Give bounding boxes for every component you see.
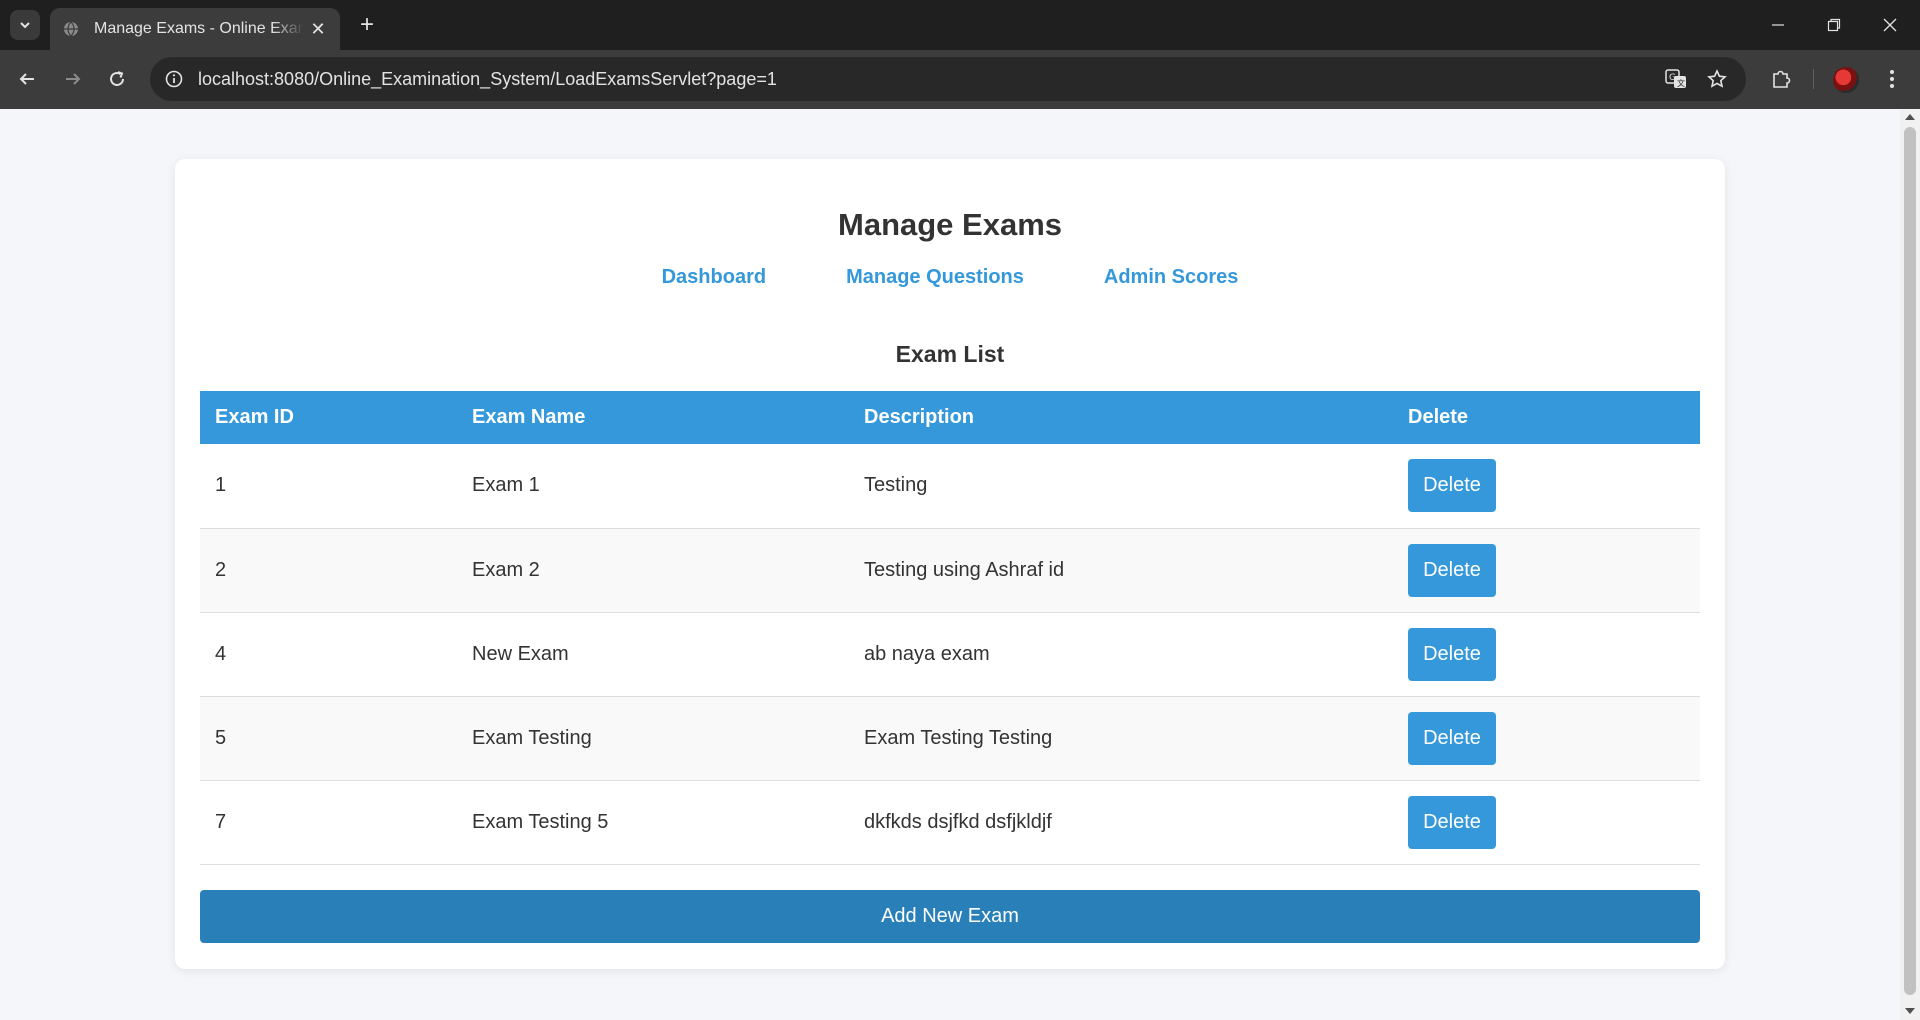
exam-table: Exam ID Exam Name Description Delete 1 E… (200, 391, 1700, 865)
cell-description: ab naya exam (849, 612, 1393, 697)
manage-exams-card: Manage Exams Dashboard Manage Questions … (175, 159, 1725, 969)
close-icon (1883, 18, 1897, 32)
table-row: 7 Exam Testing 5 dkfkds dsjfkd dsfjkldjf… (200, 780, 1700, 865)
table-row: 2 Exam 2 Testing using Ashraf id Delete (200, 528, 1700, 613)
active-tab[interactable]: Manage Exams - Online Examination System… (50, 8, 340, 50)
cell-exam-id: 1 (200, 444, 457, 529)
kebab-menu-icon (1890, 70, 1894, 88)
nav-link-admin-scores[interactable]: Admin Scores (1104, 266, 1238, 289)
tab-title: Manage Exams - Online Examination System (94, 20, 304, 37)
minimize-icon (1772, 24, 1784, 26)
chevron-down-icon (20, 22, 30, 29)
cell-delete: Delete (1393, 780, 1700, 865)
minimize-button[interactable] (1750, 0, 1806, 50)
delete-button[interactable]: Delete (1408, 795, 1496, 849)
delete-button[interactable]: Delete (1408, 711, 1496, 765)
table-header-row: Exam ID Exam Name Description Delete (200, 391, 1700, 444)
scroll-thumb[interactable] (1904, 127, 1916, 995)
admin-nav: Dashboard Manage Questions Admin Scores (175, 266, 1725, 289)
cell-exam-name: Exam Testing (457, 696, 849, 781)
browser-tab-strip: Manage Exams - Online Examination System… (0, 0, 1920, 50)
delete-button[interactable]: Delete (1408, 459, 1496, 513)
header-description: Description (849, 391, 1393, 444)
cell-exam-id: 5 (200, 696, 457, 781)
arrow-right-icon (66, 73, 81, 85)
cell-exam-id: 7 (200, 780, 457, 865)
nav-link-dashboard[interactable]: Dashboard (662, 266, 766, 289)
delete-button[interactable]: Delete (1408, 627, 1496, 681)
cell-description: Exam Testing Testing (849, 696, 1393, 781)
url-text: localhost:8080/Online_Examination_System… (198, 68, 777, 89)
address-bar[interactable]: localhost:8080/Online_Examination_System… (150, 57, 1746, 101)
cell-delete: Delete (1393, 444, 1700, 529)
close-window-button[interactable] (1862, 0, 1918, 50)
cell-exam-name: Exam 2 (457, 528, 849, 613)
header-exam-id: Exam ID (200, 391, 457, 444)
translate-icon[interactable]: G文 (1663, 66, 1689, 92)
page-title: Manage Exams (838, 207, 1062, 242)
cell-exam-name: Exam 1 (457, 444, 849, 529)
new-tab-button[interactable]: + (352, 10, 382, 40)
restore-button[interactable] (1806, 0, 1862, 50)
cell-delete: Delete (1393, 528, 1700, 613)
cell-description: Testing (849, 444, 1393, 529)
table-row: 4 New Exam ab naya exam Delete (200, 612, 1700, 697)
cell-exam-name: New Exam (457, 612, 849, 697)
scroll-down-icon[interactable] (1905, 1008, 1915, 1014)
cell-delete: Delete (1393, 612, 1700, 697)
header-exam-name: Exam Name (457, 391, 849, 444)
globe-icon (62, 20, 80, 38)
cell-exam-id: 4 (200, 612, 457, 697)
info-icon[interactable] (162, 67, 186, 91)
tab-search-button[interactable] (10, 10, 40, 40)
table-row: 5 Exam Testing Exam Testing Testing Dele… (200, 696, 1700, 781)
browser-menu-button[interactable] (1875, 62, 1909, 96)
header-delete: Delete (1393, 391, 1700, 444)
back-button[interactable] (10, 62, 44, 96)
section-title: Exam List (895, 341, 1005, 367)
toolbar-separator (1813, 69, 1814, 89)
vertical-scrollbar[interactable] (1900, 109, 1920, 1020)
cell-delete: Delete (1393, 696, 1700, 781)
avatar[interactable] (1833, 67, 1859, 93)
extensions-button[interactable] (1764, 62, 1798, 96)
puzzle-icon (1773, 70, 1791, 88)
cell-exam-id: 2 (200, 528, 457, 613)
browser-toolbar: localhost:8080/Online_Examination_System… (0, 50, 1920, 109)
delete-button[interactable]: Delete (1408, 543, 1496, 597)
svg-text:文: 文 (1677, 78, 1685, 88)
add-new-exam-button[interactable]: Add New Exam (200, 890, 1700, 943)
reload-button[interactable] (100, 62, 134, 96)
scroll-up-icon[interactable] (1905, 114, 1915, 120)
page-viewport: Manage Exams Dashboard Manage Questions … (0, 109, 1900, 1020)
table-row: 1 Exam 1 Testing Delete (200, 444, 1700, 529)
reload-icon (110, 71, 124, 86)
forward-button[interactable] (56, 62, 90, 96)
close-tab-icon[interactable]: ✕ (308, 19, 328, 40)
nav-link-manage-questions[interactable]: Manage Questions (846, 266, 1024, 289)
cell-description: Testing using Ashraf id (849, 528, 1393, 613)
star-icon[interactable] (1704, 66, 1730, 92)
cell-description: dkfkds dsjfkd dsfjkldjf (849, 780, 1393, 865)
plus-icon: + (359, 11, 374, 38)
arrow-left-icon (19, 73, 34, 85)
cell-exam-name: Exam Testing 5 (457, 780, 849, 865)
restore-icon (1827, 18, 1841, 32)
